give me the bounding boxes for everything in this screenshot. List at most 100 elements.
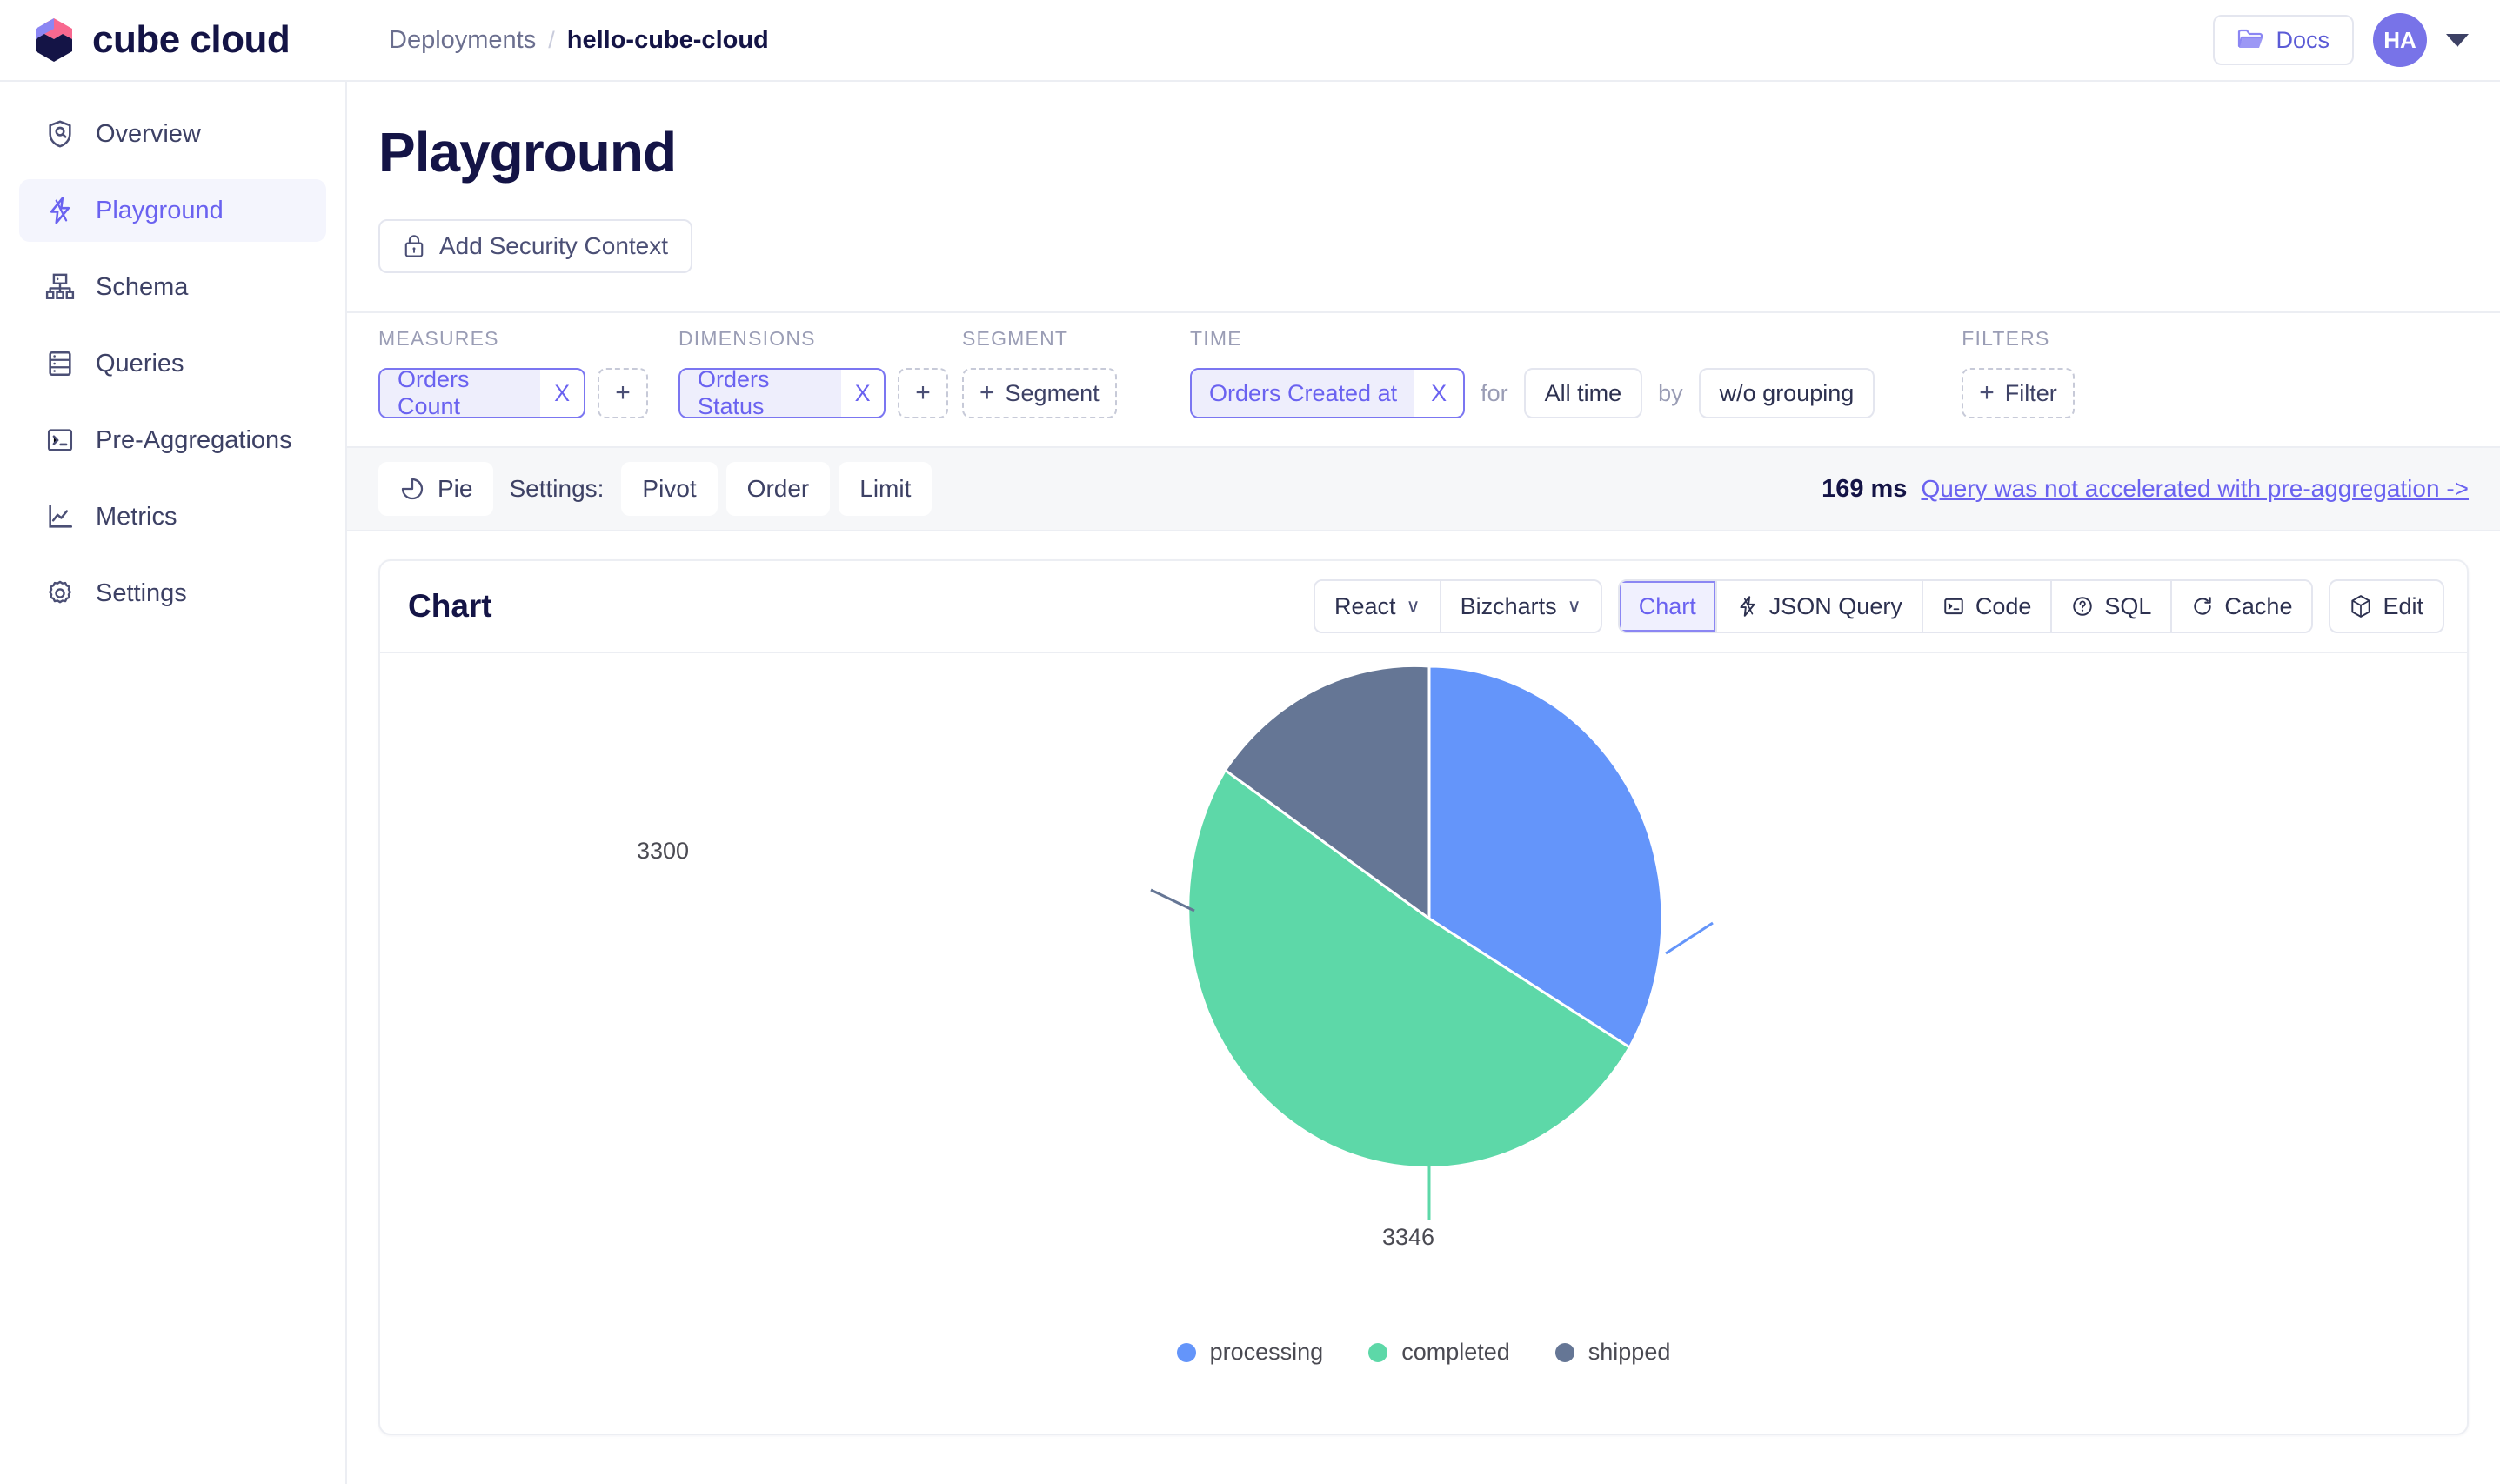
view-tabs-group: Chart JSON Query <box>1618 579 2314 633</box>
add-segment-button[interactable]: + Segment <box>962 368 1117 418</box>
line-chart-icon <box>45 502 75 531</box>
time-chip-remove-icon[interactable]: X <box>1414 370 1463 417</box>
sidebar-item-label: Playground <box>96 197 224 225</box>
plus-icon: + <box>979 380 995 406</box>
breadcrumb-deployments[interactable]: Deployments <box>389 26 536 55</box>
query-status: 169 ms Query was not accelerated with pr… <box>1822 475 2469 504</box>
dimension-chip-remove-icon[interactable]: X <box>841 370 884 417</box>
avatar[interactable]: HA <box>2373 13 2427 67</box>
server-list-icon <box>45 349 75 378</box>
refresh-icon <box>2191 595 2214 618</box>
shield-search-icon <box>45 119 75 149</box>
segment-group: SEGMENT + Segment <box>962 327 1171 418</box>
sidebar-item-schema[interactable]: Schema <box>19 256 326 318</box>
sidebar-item-label: Settings <box>96 579 187 608</box>
sidebar-item-label: Metrics <box>96 503 177 531</box>
add-dimension-button[interactable]: + <box>898 368 948 418</box>
chart-legend: processing completed shipped <box>380 1339 2467 1366</box>
code-icon <box>1942 595 1965 618</box>
limit-button[interactable]: Limit <box>839 462 932 516</box>
edit-button[interactable]: Edit <box>2329 579 2444 633</box>
dimensions-group: DIMENSIONS Orders Status X + <box>678 327 948 418</box>
order-label: Order <box>747 475 810 503</box>
codesandbox-icon <box>2350 594 2372 618</box>
measures-group: MEASURES Orders Count X + <box>378 327 648 418</box>
add-segment-label: Segment <box>1006 380 1100 407</box>
pie-leader-line-processing <box>1666 923 1713 953</box>
add-security-context-button[interactable]: Add Security Context <box>378 219 692 273</box>
breadcrumb-current-deployment[interactable]: hello-cube-cloud <box>567 26 769 55</box>
pre-aggregation-link[interactable]: Query was not accelerated with pre-aggre… <box>1921 475 2469 503</box>
question-circle-icon <box>2071 595 2094 618</box>
tab-code-label: Code <box>1975 593 2032 620</box>
lightning-icon <box>45 196 75 225</box>
tab-code[interactable]: Code <box>1923 581 2053 632</box>
tab-json-query[interactable]: JSON Query <box>1717 581 1923 632</box>
brand-name: cube cloud <box>92 18 290 62</box>
chevron-down-icon[interactable] <box>2446 34 2469 47</box>
docs-button[interactable]: Docs <box>2213 15 2354 65</box>
time-range-select[interactable]: All time <box>1524 368 1643 418</box>
time-granularity-select[interactable]: w/o grouping <box>1699 368 1875 418</box>
segment-label: SEGMENT <box>962 327 1171 351</box>
query-builder: MEASURES Orders Count X + DIMENSIONS Ord… <box>347 311 2500 448</box>
legend-label: shipped <box>1588 1339 1671 1366</box>
top-bar-actions: Docs HA <box>2213 13 2500 67</box>
sidebar-item-playground[interactable]: Playground <box>19 179 326 242</box>
add-security-context-label: Add Security Context <box>439 232 668 260</box>
plus-icon: + <box>915 380 931 406</box>
chart-card-header: Chart React ∨ Bizcharts ∨ <box>380 561 2467 653</box>
measure-chip-orders-count[interactable]: Orders Count X <box>378 368 585 418</box>
sidebar-item-queries[interactable]: Queries <box>19 332 326 395</box>
sidebar-item-label: Schema <box>96 273 188 302</box>
legend-item-shipped[interactable]: shipped <box>1555 1339 1671 1366</box>
pivot-button[interactable]: Pivot <box>621 462 717 516</box>
tab-cache-label: Cache <box>2224 593 2292 620</box>
time-by-word: by <box>1654 380 1687 407</box>
chart-type-selector[interactable]: Pie <box>378 462 493 516</box>
add-measure-button[interactable]: + <box>598 368 648 418</box>
chart-card-body: 3354 3300 3346 processing completed <box>380 653 2467 1434</box>
framework-select[interactable]: React ∨ <box>1315 581 1441 632</box>
chart-card: Chart React ∨ Bizcharts ∨ <box>378 559 2469 1435</box>
pie-data-label-shipped: 3300 <box>637 838 689 865</box>
time-chip-label: Orders Created at <box>1192 370 1414 417</box>
time-dimension-chip[interactable]: Orders Created at X <box>1190 368 1465 418</box>
add-filter-button[interactable]: + Filter <box>1962 368 2075 418</box>
terminal-icon <box>45 425 75 455</box>
sidebar-item-metrics[interactable]: Metrics <box>19 485 326 548</box>
cube-logo-icon <box>31 17 77 64</box>
pie-chart[interactable]: 3354 3300 3346 processing completed <box>380 653 2467 1434</box>
charting-library-select[interactable]: Bizcharts ∨ <box>1441 581 1601 632</box>
pie-chart-svg <box>380 653 2463 1430</box>
docs-button-label: Docs <box>2276 27 2330 54</box>
sidebar-item-pre-aggregations[interactable]: Pre-Aggregations <box>19 409 326 471</box>
measure-chip-remove-icon[interactable]: X <box>540 370 584 417</box>
pie-data-label-completed: 3346 <box>1382 1224 1434 1251</box>
chart-settings-bar: Pie Settings: Pivot Order Limit 169 ms Q… <box>347 448 2500 531</box>
main-content: Playground Add Security Context MEASURES… <box>347 82 2500 1484</box>
time-label: TIME <box>1190 327 1875 351</box>
lock-icon <box>403 233 425 259</box>
sidebar-item-label: Pre-Aggregations <box>96 426 292 455</box>
filters-label: FILTERS <box>1962 327 2075 351</box>
filters-group: FILTERS + Filter <box>1962 327 2075 418</box>
sidebar-item-settings[interactable]: Settings <box>19 562 326 625</box>
pivot-label: Pivot <box>642 475 696 503</box>
top-bar: cube cloud Deployments / hello-cube-clou… <box>0 0 2500 82</box>
chart-card-title: Chart <box>408 588 492 625</box>
dimension-chip-orders-status[interactable]: Orders Status X <box>678 368 886 418</box>
dimension-chip-label: Orders Status <box>680 370 841 417</box>
legend-item-completed[interactable]: completed <box>1368 1339 1510 1366</box>
sidebar-item-overview[interactable]: Overview <box>19 103 326 165</box>
tab-chart[interactable]: Chart <box>1620 581 1717 632</box>
legend-label: completed <box>1401 1339 1510 1366</box>
legend-item-processing[interactable]: processing <box>1177 1339 1324 1366</box>
tab-cache[interactable]: Cache <box>2172 581 2311 632</box>
framework-library-group: React ∨ Bizcharts ∨ <box>1314 579 1602 633</box>
order-button[interactable]: Order <box>726 462 831 516</box>
time-range-value: All time <box>1545 380 1622 407</box>
app-logo[interactable]: cube cloud <box>0 0 347 81</box>
legend-label: processing <box>1210 1339 1324 1366</box>
tab-sql[interactable]: SQL <box>2052 581 2172 632</box>
